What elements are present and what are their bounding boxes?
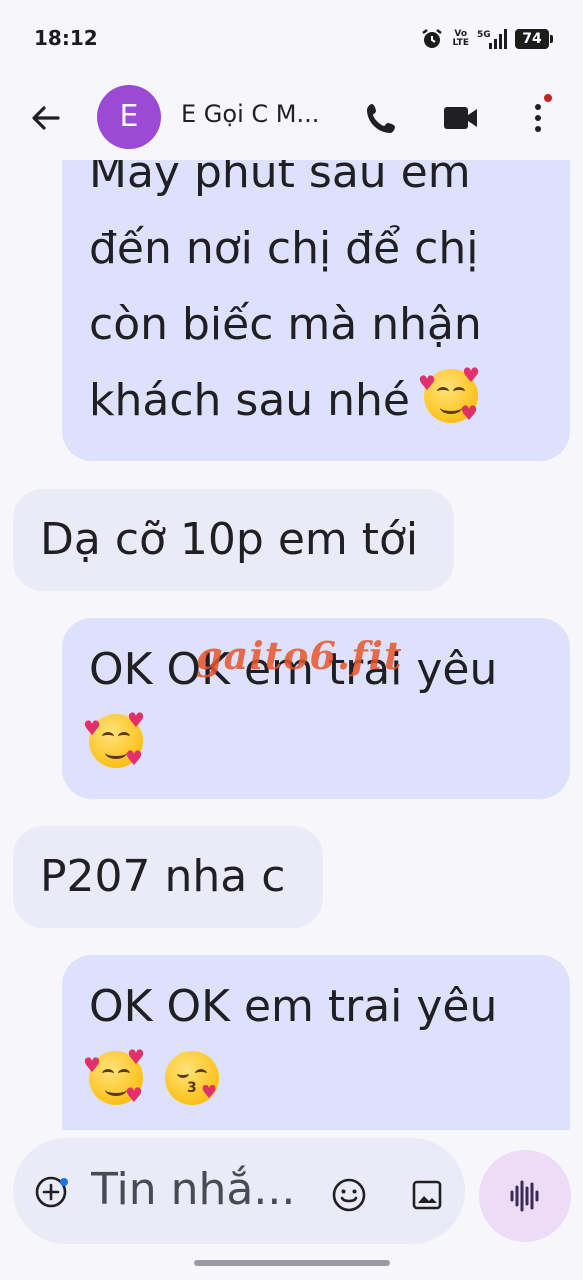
emoji-button[interactable]	[330, 1176, 368, 1214]
status-bar: 18:12 Vo LTE 5G 74	[0, 0, 583, 78]
alarm-icon	[422, 29, 443, 48]
signal-5g-icon: 5G	[477, 29, 507, 49]
smiling-face-with-hearts-icon: ♥ ♥ ♥	[83, 708, 145, 770]
message-text: P207 nha c	[40, 851, 286, 902]
voice-message-button[interactable]	[479, 1150, 571, 1242]
back-arrow-icon	[32, 106, 60, 130]
video-call-button[interactable]	[436, 94, 484, 142]
more-vert-icon	[535, 104, 541, 132]
contact-avatar[interactable]: E	[97, 85, 161, 149]
status-time: 18:12	[34, 26, 98, 50]
conversation-app-bar: E E Gọi C M...	[0, 78, 583, 160]
outgoing-message[interactable]: Mấy phút sau em đến nơi chị để chị còn b…	[62, 160, 570, 461]
notification-dot	[544, 94, 552, 102]
incoming-message[interactable]: P207 nha c	[13, 826, 323, 928]
battery-indicator: 74	[515, 29, 553, 49]
message-text: Dạ cỡ 10p em tới	[40, 514, 419, 565]
more-options-button[interactable]	[514, 94, 562, 142]
watermark-text: gaito6.fit	[196, 633, 403, 678]
back-button[interactable]	[22, 94, 70, 142]
attach-badge-dot	[60, 1178, 68, 1186]
message-text: OK OK em trai yêu	[89, 981, 498, 1032]
svg-text:5G: 5G	[477, 30, 491, 40]
smiling-face-with-hearts-icon: ♥ ♥ ♥	[418, 363, 480, 425]
home-indicator[interactable]	[194, 1260, 390, 1266]
smiling-face-with-hearts-icon: ♥ ♥ ♥	[83, 1045, 145, 1107]
compose-bar: Tin nhắ...	[13, 1138, 465, 1244]
gallery-button[interactable]	[408, 1176, 446, 1214]
audio-waveform-icon	[510, 1180, 539, 1212]
message-input[interactable]: Tin nhắ...	[91, 1160, 311, 1220]
volte-indicator: Vo LTE	[452, 29, 469, 48]
face-blowing-a-kiss-icon: 3 ♥	[165, 1051, 219, 1105]
contact-name[interactable]: E Gọi C M...	[181, 100, 319, 128]
smiley-icon	[332, 1178, 366, 1212]
image-icon	[412, 1180, 442, 1210]
voice-call-button[interactable]	[358, 94, 406, 142]
outgoing-message[interactable]: OK OK em trai yêu ♥ ♥ ♥ 3 ♥	[62, 955, 570, 1130]
phone-icon	[367, 104, 395, 133]
video-camera-icon	[444, 107, 477, 129]
status-icons: Vo LTE 5G 74	[420, 24, 553, 54]
incoming-message[interactable]: Dạ cỡ 10p em tới	[13, 489, 454, 591]
